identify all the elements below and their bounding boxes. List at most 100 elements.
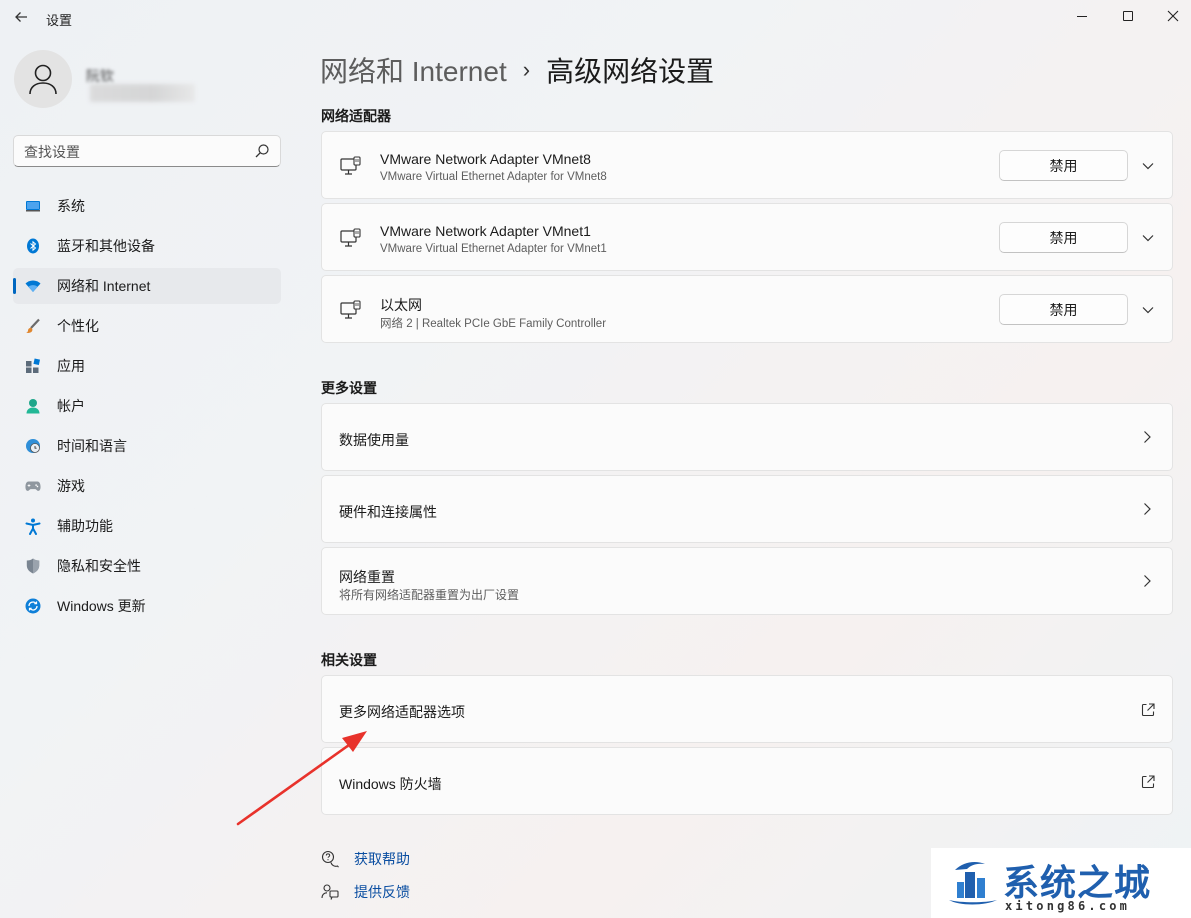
breadcrumb-separator: › — [522, 57, 531, 82]
sidebar-item-label: 隐私和安全性 — [57, 558, 141, 574]
network-adapter-icon — [340, 156, 361, 175]
sidebar-item-bluetooth[interactable]: 蓝牙和其他设备 — [13, 228, 281, 264]
back-button[interactable] — [8, 4, 34, 30]
network-reset-row[interactable]: 网络重置 将所有网络适配器重置为出厂设置 — [321, 547, 1173, 615]
sidebar-item-windows-update[interactable]: Windows 更新 — [13, 588, 281, 624]
paintbrush-icon — [25, 318, 41, 334]
back-arrow-icon — [15, 12, 27, 22]
user-info-redacted — [90, 84, 195, 102]
chevron-right-icon — [1144, 431, 1151, 443]
disable-button[interactable]: 禁用 — [999, 222, 1128, 253]
watermark-logo — [949, 862, 997, 905]
get-help-link[interactable]: 获取帮助 — [321, 849, 410, 869]
sidebar-item-accessibility[interactable]: 辅助功能 — [13, 508, 281, 544]
annotation-arrow — [236, 731, 367, 826]
adapter-description: VMware Virtual Ethernet Adapter for VMne… — [380, 171, 607, 183]
chevron-down-icon — [1142, 163, 1154, 170]
minimize-icon — [1077, 15, 1087, 17]
chevron-right-icon — [1144, 575, 1151, 587]
apps-icon — [25, 358, 41, 374]
update-icon — [25, 598, 41, 614]
sidebar-item-label: 蓝牙和其他设备 — [57, 238, 155, 254]
network-adapter-icon — [340, 228, 361, 247]
wifi-icon — [25, 278, 41, 294]
sidebar-item-system[interactable]: 系统 — [13, 188, 281, 224]
adapter-description: 网络 2 | Realtek PCIe GbE Family Controlle… — [380, 318, 607, 330]
chevron-down-icon — [1142, 235, 1154, 242]
network-adapter-icon — [340, 300, 361, 319]
sidebar-item-personalization[interactable]: 个性化 — [13, 308, 281, 344]
title-bar: 设置 — [0, 0, 1191, 36]
sidebar-item-label: 应用 — [57, 358, 85, 374]
expand-button[interactable] — [1138, 300, 1158, 320]
watermark: 系统之城 xitong86.com — [931, 848, 1191, 918]
sidebar-item-label: 个性化 — [57, 318, 99, 334]
feedback-icon — [321, 883, 341, 901]
expand-button[interactable] — [1138, 228, 1158, 248]
user-avatar-icon — [29, 64, 57, 95]
adapter-name: VMware Network Adapter VMnet1 — [380, 223, 591, 239]
sidebar-nav: 系统 蓝牙和其他设备 网络和 Internet 个性化 应用 帐户 时间和语言 … — [13, 188, 281, 628]
close-button[interactable] — [1150, 0, 1191, 32]
close-icon — [1167, 10, 1179, 22]
accessibility-icon — [25, 518, 41, 535]
adapter-card-vmnet8[interactable]: VMware Network Adapter VMnet8 VMware Vir… — [321, 131, 1173, 199]
sidebar-item-label: 游戏 — [57, 478, 85, 494]
sidebar-item-label: 网络和 Internet — [57, 278, 151, 294]
windows-firewall-row[interactable]: Windows 防火墙 — [321, 747, 1173, 815]
section-title-related-settings: 相关设置 — [321, 652, 377, 668]
sidebar-item-label: 时间和语言 — [57, 438, 127, 454]
maximize-icon — [1123, 11, 1133, 21]
adapter-card-ethernet[interactable]: 以太网 网络 2 | Realtek PCIe GbE Family Contr… — [321, 275, 1173, 343]
breadcrumb-parent[interactable]: 网络和 Internet — [320, 50, 507, 90]
search-input[interactable] — [24, 142, 244, 162]
breadcrumb: 网络和 Internet › 高级网络设置 — [320, 50, 714, 90]
search-icon[interactable] — [254, 143, 270, 159]
sidebar-item-label: 帐户 — [57, 398, 85, 414]
row-label: 数据使用量 — [339, 432, 409, 448]
chevron-right-icon — [1144, 503, 1151, 515]
sidebar-item-network[interactable]: 网络和 Internet — [13, 268, 281, 304]
row-label: 网络重置 — [339, 569, 395, 585]
adapter-name: 以太网 — [380, 297, 422, 313]
chevron-down-icon — [1142, 307, 1154, 314]
page-title: 高级网络设置 — [546, 56, 715, 87]
account-icon — [25, 398, 41, 414]
expand-button[interactable] — [1138, 156, 1158, 176]
minimize-button[interactable] — [1059, 0, 1105, 32]
row-label: 更多网络适配器选项 — [339, 704, 465, 720]
get-help-label: 获取帮助 — [354, 851, 410, 867]
section-title-more-settings: 更多设置 — [321, 380, 377, 396]
more-adapter-options-row[interactable]: 更多网络适配器选项 — [321, 675, 1173, 743]
disable-button[interactable]: 禁用 — [999, 150, 1128, 181]
sidebar-item-apps[interactable]: 应用 — [13, 348, 281, 384]
bluetooth-icon — [25, 238, 41, 254]
sidebar-item-gaming[interactable]: 游戏 — [13, 468, 281, 504]
row-description: 将所有网络适配器重置为出厂设置 — [339, 588, 520, 602]
adapter-name: VMware Network Adapter VMnet8 — [380, 151, 591, 167]
external-link-icon — [1141, 703, 1155, 717]
gamepad-icon — [25, 478, 41, 494]
system-monitor-icon — [25, 198, 41, 214]
section-title-adapters: 网络适配器 — [321, 108, 391, 124]
sidebar-item-accounts[interactable]: 帐户 — [13, 388, 281, 424]
app-title: 设置 — [46, 13, 73, 28]
adapter-card-vmnet1[interactable]: VMware Network Adapter VMnet1 VMware Vir… — [321, 203, 1173, 271]
sidebar-item-label: 辅助功能 — [57, 518, 113, 534]
hardware-properties-row[interactable]: 硬件和连接属性 — [321, 475, 1173, 543]
search-box[interactable] — [13, 135, 281, 167]
disable-button[interactable]: 禁用 — [999, 294, 1128, 325]
sidebar-item-privacy[interactable]: 隐私和安全性 — [13, 548, 281, 584]
data-usage-row[interactable]: 数据使用量 — [321, 403, 1173, 471]
sidebar-item-time-language[interactable]: 时间和语言 — [13, 428, 281, 464]
globe-clock-icon — [25, 438, 41, 454]
row-label: 硬件和连接属性 — [339, 504, 437, 520]
help-chat-icon — [321, 850, 341, 868]
maximize-button[interactable] — [1105, 0, 1151, 32]
shield-icon — [25, 558, 41, 574]
external-link-icon — [1141, 775, 1155, 789]
feedback-label: 提供反馈 — [354, 884, 410, 900]
sidebar-item-label: Windows 更新 — [57, 598, 146, 614]
avatar[interactable] — [14, 50, 72, 108]
feedback-link[interactable]: 提供反馈 — [321, 882, 410, 902]
